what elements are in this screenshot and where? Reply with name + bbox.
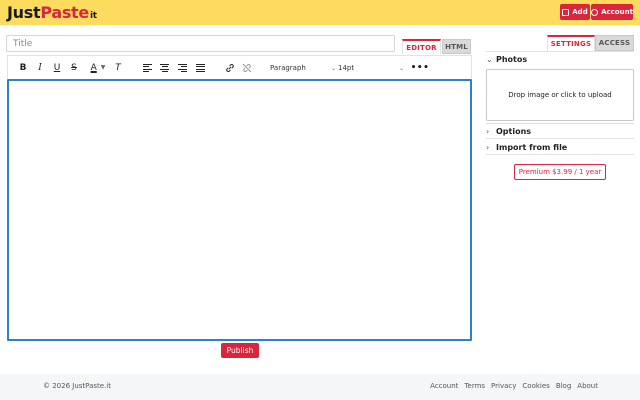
copyright-text: © 2026 JustPaste.it (43, 382, 111, 390)
logo-text-just: Just (7, 3, 41, 22)
font-size-select[interactable]: 14pt ⌄ (335, 62, 407, 74)
editor-toolbar: B I U S A ▼ T Paragraph ⌄ 14pt ⌄ ••• (7, 55, 472, 79)
link-icon[interactable] (224, 61, 236, 74)
chevron-down-icon: ⌄ (486, 54, 493, 64)
dropzone-text: Drop image or click to upload (508, 91, 612, 99)
image-dropzone[interactable]: Drop image or click to upload (486, 69, 634, 121)
publish-button[interactable]: Publish (221, 343, 259, 358)
edit-icon (562, 8, 570, 16)
site-footer: © 2026 JustPaste.it Account Terms Privac… (0, 374, 640, 400)
tab-access[interactable]: ACCESS (595, 35, 634, 51)
divider (486, 138, 634, 139)
align-center-icon[interactable] (160, 64, 169, 73)
strikethrough-button[interactable]: S (69, 61, 79, 74)
import-section-toggle[interactable]: › Import from file (486, 140, 567, 154)
photos-section-toggle[interactable]: ⌄ Photos (486, 52, 527, 66)
options-section-toggle[interactable]: › Options (486, 124, 531, 138)
photos-section-label: Photos (496, 54, 528, 64)
justpaste-logo[interactable]: JustPasteit (7, 3, 97, 26)
tab-settings[interactable]: SETTINGS (547, 35, 595, 51)
site-header: JustPasteit Add Account (0, 0, 640, 25)
user-icon (591, 8, 599, 16)
bold-button[interactable]: B (18, 61, 28, 74)
tab-html[interactable]: HTML (442, 39, 471, 54)
italic-button[interactable]: I (35, 61, 45, 74)
options-section-label: Options (496, 126, 532, 136)
logo-text-it: it (89, 11, 97, 21)
account-button[interactable]: Account (591, 4, 633, 20)
clear-format-button[interactable]: T (112, 61, 124, 74)
text-color-icon: A (90, 62, 97, 73)
footer-links: Account Terms Privacy Cookies Blog About (430, 382, 598, 390)
footer-link-account[interactable]: Account (430, 382, 458, 390)
divider (486, 154, 634, 155)
chevron-right-icon: › (486, 142, 490, 152)
footer-link-terms[interactable]: Terms (464, 382, 485, 390)
font-size-select-value: 14pt (338, 64, 355, 72)
tab-editor[interactable]: EDITOR (402, 39, 441, 54)
underline-button[interactable]: U (52, 61, 62, 74)
import-section-label: Import from file (496, 142, 568, 152)
footer-link-blog[interactable]: Blog (556, 382, 571, 390)
text-color-button[interactable]: A ▼ (87, 61, 109, 74)
chevron-down-icon: ⌄ (398, 64, 404, 72)
footer-link-privacy[interactable]: Privacy (491, 382, 516, 390)
unlink-icon[interactable] (241, 61, 253, 74)
footer-link-cookies[interactable]: Cookies (522, 382, 549, 390)
account-button-label: Account (601, 8, 633, 16)
format-select[interactable]: Paragraph ⌄ (267, 62, 339, 74)
title-input[interactable] (6, 35, 395, 52)
add-button-label: Add (572, 8, 588, 16)
logo-text-paste: Paste (40, 3, 89, 22)
premium-button[interactable]: Premium $3.99 / 1 year (514, 164, 606, 180)
align-right-icon[interactable] (178, 64, 187, 73)
chevron-down-icon: ▼ (100, 64, 106, 71)
align-left-icon[interactable] (143, 64, 152, 73)
more-options-button[interactable]: ••• (411, 61, 429, 74)
chevron-right-icon: › (486, 126, 490, 136)
format-select-value: Paragraph (270, 64, 306, 72)
add-button[interactable]: Add (560, 4, 590, 20)
content-editor[interactable] (7, 79, 472, 341)
footer-link-about[interactable]: About (577, 382, 598, 390)
align-justify-icon[interactable] (196, 64, 205, 73)
